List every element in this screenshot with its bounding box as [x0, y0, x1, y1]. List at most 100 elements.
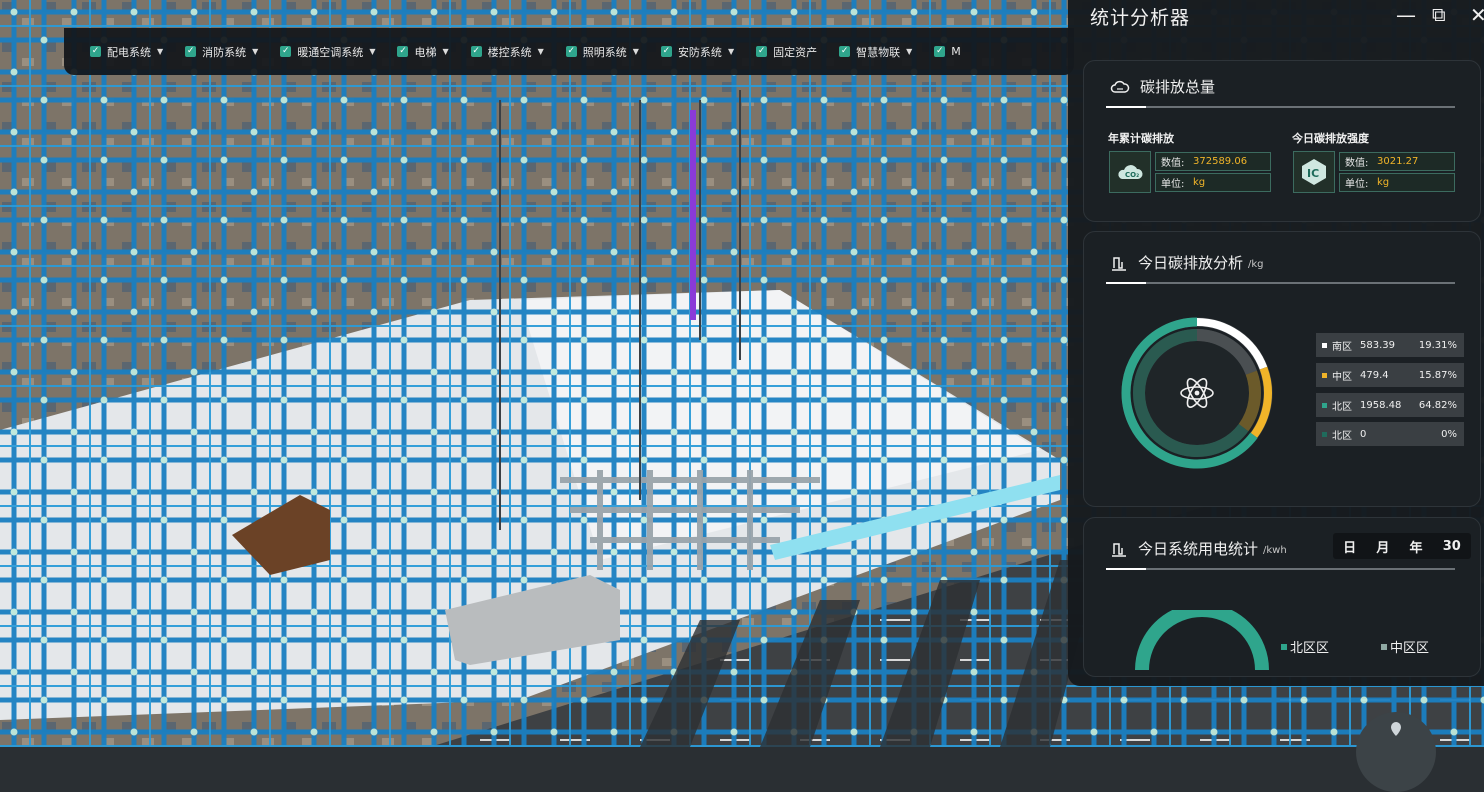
location-pin-icon	[1391, 722, 1401, 736]
system-label: M	[951, 45, 961, 58]
period-30-button[interactable]: 30	[1443, 539, 1461, 554]
caret-down-icon[interactable]: ▼	[369, 47, 375, 56]
system-toggle-fire-protection[interactable]: ✓ 消防系统 ▼	[185, 44, 258, 60]
system-toggle-fixed-assets[interactable]: ✓ 固定资产	[756, 44, 817, 60]
legend-row-north: 北区 1958.48 64.82%	[1316, 393, 1464, 417]
checkbox-checked-icon[interactable]: ✓	[660, 46, 672, 57]
system-label: 楼控系统	[487, 45, 532, 59]
header-divider	[1106, 568, 1455, 570]
carbon-total-card: 碳排放总量 年累计碳排放 CO₂ 数值: 372589.06 单位: kg 今日…	[1083, 60, 1481, 222]
system-filter-toolbar: ✓ 配电系统 ▼ ✓ 消防系统 ▼ ✓ 暖通空调系统 ▼ ✓ 电梯 ▼ ✓ 楼控…	[64, 28, 1074, 75]
legend-swatch	[1281, 643, 1287, 650]
card-title: 今日系统用电统计	[1138, 540, 1259, 558]
legend-swatch	[1381, 643, 1387, 650]
annual-unit-field: 单位: kg	[1155, 173, 1271, 192]
today-unit-field: 单位: kg	[1339, 173, 1455, 192]
checkbox-checked-icon[interactable]: ✓	[280, 46, 292, 57]
today-carbon-label: 今日碳排放强度	[1292, 132, 1369, 145]
system-label: 固定资产	[773, 45, 818, 59]
caret-down-icon[interactable]: ▼	[252, 47, 258, 56]
system-toggle-power-distribution[interactable]: ✓ 配电系统 ▼	[90, 44, 163, 60]
unit-key: 单位:	[1161, 179, 1185, 190]
caret-down-icon[interactable]: ▼	[906, 47, 912, 56]
cloud-icon	[1110, 80, 1130, 93]
carbon-analysis-card: 今日碳排放分析 /kg 南区 583.39 19.31% 中区 479.4 15…	[1083, 231, 1481, 507]
system-label: 消防系统	[202, 45, 247, 59]
system-toggle-security[interactable]: ✓ 安防系统 ▼	[660, 44, 734, 60]
checkbox-checked-icon[interactable]: ✓	[756, 46, 768, 57]
checkbox-checked-icon[interactable]: ✓	[90, 46, 101, 57]
checkbox-checked-icon[interactable]: ✓	[470, 46, 482, 57]
card-title: 今日碳排放分析	[1138, 254, 1244, 272]
header-divider	[1106, 282, 1455, 284]
checkbox-checked-icon[interactable]: ✓	[185, 46, 197, 57]
period-year-button[interactable]: 年	[1410, 537, 1423, 556]
system-toggle-building-control[interactable]: ✓ 楼控系统 ▼	[470, 44, 544, 60]
legend-name: 北区	[1332, 430, 1352, 442]
annual-value-field: 数值: 372589.06	[1155, 152, 1271, 171]
checkbox-checked-icon[interactable]: ✓	[565, 46, 577, 57]
legend-value: 583.39	[1360, 339, 1395, 351]
system-label: 安防系统	[677, 45, 722, 59]
system-label: 配电系统	[107, 45, 151, 59]
today-value: 3021.27	[1377, 156, 1419, 167]
period-day-button[interactable]: 日	[1343, 537, 1356, 556]
card-unit: /kwh	[1263, 545, 1287, 556]
legend-percent: 15.87%	[1418, 369, 1457, 381]
legend-name: 北区区	[1290, 641, 1330, 656]
svg-text:CO₂: CO₂	[1125, 171, 1139, 179]
system-toggle-lighting[interactable]: ✓ 照明系统 ▼	[565, 44, 639, 60]
card-title: 碳排放总量	[1140, 78, 1216, 96]
system-toggle-smart-iot[interactable]: ✓ 智慧物联 ▼	[839, 44, 912, 60]
legend-swatch	[1322, 342, 1327, 348]
legend-value: 0	[1360, 428, 1367, 440]
system-label: 照明系统	[582, 45, 627, 59]
legend-row-north-2: 北区 0 0%	[1316, 422, 1464, 446]
legend-value: 1958.48	[1360, 399, 1402, 411]
legend-percent: 19.31%	[1418, 339, 1457, 351]
header-divider	[1106, 106, 1455, 108]
power-gauge-chart	[1135, 610, 1269, 670]
annual-unit: kg	[1193, 177, 1206, 188]
legend-percent: 64.82%	[1418, 399, 1457, 411]
checkbox-checked-icon[interactable]: ✓	[839, 46, 851, 57]
power-legend-middle: 中区区	[1381, 637, 1429, 656]
value-key: 数值:	[1345, 158, 1369, 169]
caret-down-icon[interactable]: ▼	[538, 47, 544, 56]
co2-cloud-icon: CO₂	[1109, 151, 1151, 193]
legend-name: 北区	[1332, 401, 1352, 413]
panel-title: 统计分析器	[1090, 7, 1191, 29]
trend-chart-icon	[1112, 542, 1126, 557]
card-header: 碳排放总量	[1110, 76, 1215, 97]
system-toggle-more[interactable]: ✓ M	[934, 45, 961, 58]
caret-down-icon[interactable]: ▼	[633, 47, 639, 56]
system-toggle-hvac[interactable]: ✓ 暖通空调系统 ▼	[280, 44, 375, 60]
legend-row-middle: 中区 479.4 15.87%	[1316, 363, 1464, 387]
legend-swatch	[1322, 372, 1327, 378]
system-toggle-elevator[interactable]: ✓ 电梯 ▼	[397, 44, 449, 60]
trend-chart-icon	[1112, 256, 1126, 271]
close-button[interactable]: ✕	[1470, 4, 1484, 26]
period-month-button[interactable]: 月	[1376, 537, 1389, 556]
caret-down-icon[interactable]: ▼	[442, 47, 448, 56]
value-key: 数值:	[1161, 158, 1185, 169]
legend-name: 中区区	[1390, 641, 1430, 656]
legend-name: 中区	[1332, 371, 1352, 383]
system-label: 智慧物联	[856, 45, 901, 59]
annual-carbon-label: 年累计碳排放	[1108, 132, 1174, 145]
ic-hexagon-icon: IC	[1293, 151, 1335, 193]
annual-value: 372589.06	[1193, 156, 1248, 167]
checkbox-checked-icon[interactable]: ✓	[934, 46, 946, 57]
system-label: 暖通空调系统	[297, 45, 364, 59]
carbon-donut-chart	[1121, 317, 1273, 469]
card-header: 今日碳排放分析 /kg	[1110, 252, 1264, 273]
system-label: 电梯	[414, 45, 437, 59]
minimize-button[interactable]: —	[1396, 4, 1416, 26]
caret-down-icon[interactable]: ▼	[157, 47, 163, 56]
legend-value: 479.4	[1360, 369, 1389, 381]
checkbox-checked-icon[interactable]: ✓	[397, 46, 409, 57]
compass-button[interactable]	[1356, 712, 1436, 792]
caret-down-icon[interactable]: ▼	[728, 47, 734, 56]
today-unit: kg	[1377, 177, 1390, 188]
maximize-button[interactable]: ⧉	[1432, 4, 1446, 26]
